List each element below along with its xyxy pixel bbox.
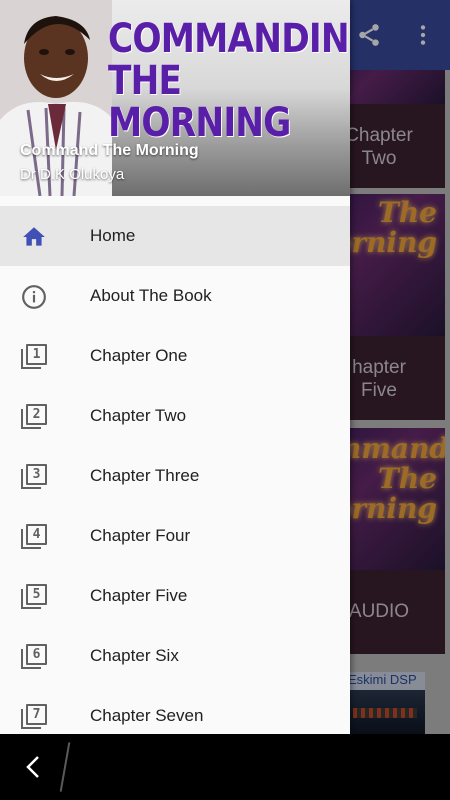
chapter-3-icon: 3 [20, 463, 48, 491]
chapter-number: 3 [26, 464, 47, 485]
drawer-header-title: Command The Morning [20, 142, 199, 159]
menu-item-chapter-three[interactable]: 3 Chapter Three [0, 446, 350, 506]
chapter-2-icon: 2 [20, 403, 48, 431]
menu-item-label: Chapter One [90, 346, 188, 365]
menu-item-label: Chapter Three [90, 466, 200, 485]
menu-item-label: Chapter Two [90, 406, 187, 425]
book-cover-title: COMMANDING THE MORNING [108, 16, 350, 146]
back-icon[interactable] [18, 752, 48, 782]
chapter-number: 7 [26, 704, 47, 725]
chapter-number: 5 [26, 584, 47, 605]
navigation-drawer: COMMANDING THE MORNING Command The Morni… [0, 0, 350, 734]
system-navigation-bar [0, 734, 450, 800]
menu-item-home[interactable]: Home [0, 206, 350, 266]
menu-item-chapter-two[interactable]: 2 Chapter Two [0, 386, 350, 446]
drawer-menu: Home About The Book 1 Chapter One 2 Chap… [0, 206, 350, 734]
menu-item-chapter-six[interactable]: 6 Chapter Six [0, 626, 350, 686]
cover-line: THE MORNING [108, 58, 291, 146]
chapter-7-icon: 7 [20, 703, 48, 731]
menu-item-label: Chapter Four [90, 526, 191, 545]
chapter-number: 6 [26, 644, 47, 665]
chapter-5-icon: 5 [20, 583, 48, 611]
menu-item-chapter-one[interactable]: 1 Chapter One [0, 326, 350, 386]
drawer-header: COMMANDING THE MORNING Command The Morni… [0, 0, 350, 196]
menu-item-chapter-four[interactable]: 4 Chapter Four [0, 506, 350, 566]
menu-item-chapter-seven[interactable]: 7 Chapter Seven [0, 686, 350, 734]
menu-item-label: Chapter Six [90, 646, 179, 665]
nav-divider [59, 742, 71, 792]
chapter-number: 1 [26, 344, 47, 365]
info-icon [20, 283, 48, 311]
menu-item-label: Home [90, 226, 136, 245]
menu-item-chapter-five[interactable]: 5 Chapter Five [0, 566, 350, 626]
chapter-number: 4 [26, 524, 47, 545]
drawer-header-subtitle: Dr D.K Olukoya [20, 166, 125, 183]
cover-line: COMMANDING [108, 16, 350, 62]
menu-item-label: Chapter Seven [90, 706, 204, 725]
menu-item-label: About The Book [90, 286, 212, 305]
menu-item-about[interactable]: About The Book [0, 266, 350, 326]
home-icon [20, 223, 48, 251]
menu-item-label: Chapter Five [90, 586, 188, 605]
chapter-1-icon: 1 [20, 343, 48, 371]
chapter-number: 2 [26, 404, 47, 425]
chapter-6-icon: 6 [20, 643, 48, 671]
chapter-4-icon: 4 [20, 523, 48, 551]
